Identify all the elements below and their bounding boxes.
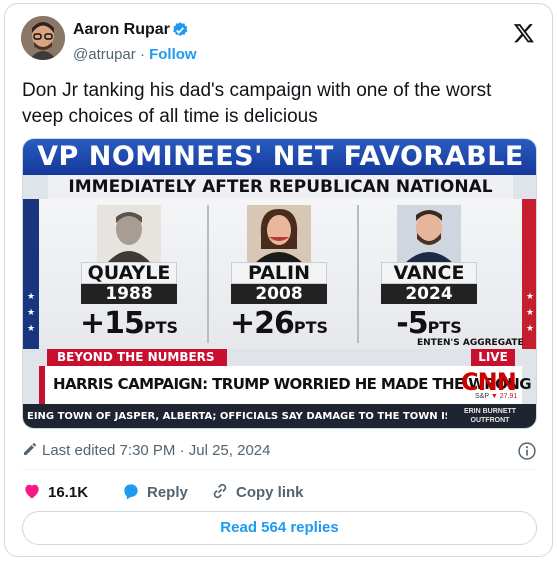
author-handle[interactable]: @atrupar (73, 46, 136, 63)
x-logo-icon[interactable] (513, 22, 535, 44)
candidate-rating: +26PTS (229, 306, 329, 341)
handle-row: @atrupar · Follow (73, 46, 197, 63)
reply-label: Reply (147, 484, 188, 501)
media-subtitle: IMMEDIATELY AFTER REPUBLICAN NATIONAL CO… (48, 175, 513, 221)
pencil-icon (24, 443, 36, 455)
author-name[interactable]: Aaron Rupar (73, 21, 170, 39)
edited-text: Last edited 7:30 PM · Jul 25, 2024 (42, 442, 271, 459)
like-button[interactable]: 16.1K (22, 481, 88, 501)
read-replies-button[interactable]: Read 564 replies (22, 511, 537, 545)
candidate-quayle: QUAYLE 1988 +15PTS (69, 205, 189, 355)
verified-badge-icon (173, 22, 188, 36)
market-ticker: S&P ▼ 27.91 (475, 393, 518, 400)
aggregate-label: ENTEN'S AGGREGATE (417, 338, 524, 348)
tweet-card: Aaron Rupar @atrupar · Follow Don Jr tan… (4, 3, 553, 557)
ticker-text: EING TOWN OF JASPER, ALBERTA; OFFICIALS … (27, 411, 447, 422)
divider (22, 469, 537, 470)
reply-button[interactable]: Reply (121, 481, 188, 501)
reply-bubble-icon (124, 484, 138, 500)
handle-separator: · (139, 46, 145, 63)
show-name: ERIN BURNETT OUTFRONT (463, 408, 517, 424)
tweet-text: Don Jr tanking his dad's campaign with o… (22, 80, 492, 127)
left-flag-strip: ★ ★ ★ (23, 199, 39, 349)
tweet-media[interactable]: VP NOMINEES' NET FAVORABLE RATING IMMEDI… (22, 138, 537, 429)
candidate-year: 2008 (231, 284, 327, 304)
candidate-photo (97, 205, 161, 263)
avatar[interactable] (21, 16, 65, 60)
candidate-photo (247, 205, 311, 263)
column-divider (357, 205, 359, 343)
copy-link-button[interactable]: Copy link (210, 481, 304, 501)
candidate-rating: -5PTS (396, 306, 462, 341)
live-badge: LIVE (471, 349, 515, 366)
info-icon[interactable] (517, 441, 537, 461)
like-count: 16.1K (48, 484, 89, 501)
heart-icon (25, 484, 39, 499)
column-divider (207, 205, 209, 343)
media-title: VP NOMINEES' NET FAVORABLE RATING (23, 139, 536, 208)
follow-button[interactable]: Follow (149, 46, 197, 63)
edited-timestamp[interactable]: Last edited 7:30 PM · Jul 25, 2024 (22, 441, 270, 459)
candidate-name: QUAYLE (81, 262, 177, 284)
candidate-palin: PALIN 2008 +26PTS (219, 205, 339, 355)
candidate-rating: +15PTS (79, 306, 179, 341)
right-flag-strip: ★ ★ ★ (522, 199, 536, 349)
candidate-year: 2024 (381, 284, 477, 304)
copy-link-label: Copy link (236, 484, 304, 501)
candidate-year: 1988 (81, 284, 177, 304)
link-icon (213, 483, 227, 499)
cnn-logo: CNN (461, 368, 517, 396)
news-ticker: EING TOWN OF JASPER, ALBERTA; OFFICIALS … (23, 404, 536, 428)
candidate-photo (397, 205, 461, 263)
segment-label: BEYOND THE NUMBERS (47, 349, 227, 366)
candidate-name: PALIN (231, 262, 327, 284)
chyron: HARRIS CAMPAIGN: TRUMP WORRIED HE MADE T… (39, 366, 536, 404)
candidate-vance: VANCE 2024 -5PTS (369, 205, 489, 355)
candidate-name: VANCE (381, 262, 477, 284)
